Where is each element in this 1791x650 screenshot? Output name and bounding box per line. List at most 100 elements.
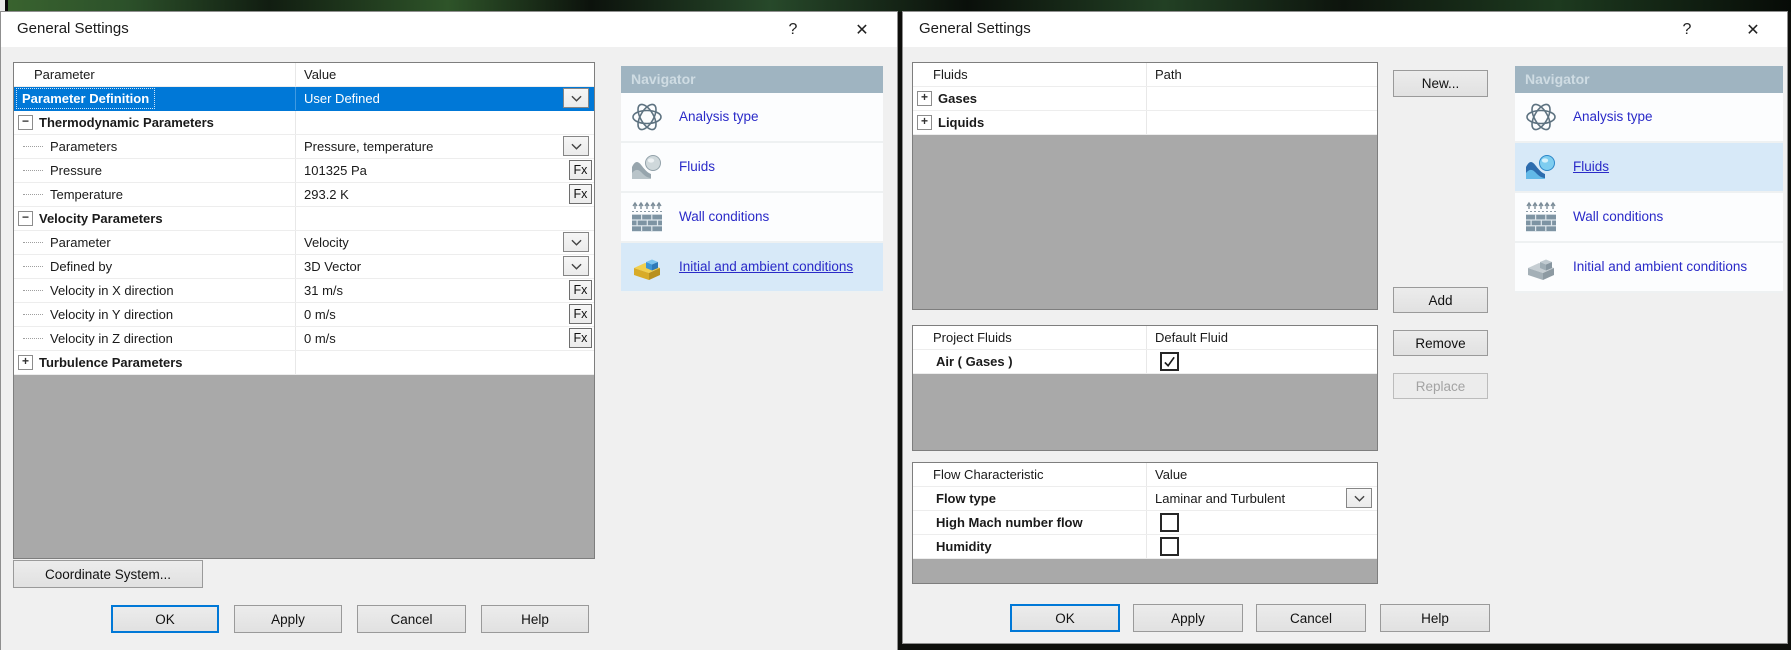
dropdown-button[interactable] [563, 136, 589, 156]
table-row-velocity-z[interactable]: Velocity in Z direction 0 m/s Fx [14, 327, 594, 351]
row-label: Parameter [50, 235, 111, 250]
navigator-item-initial-ambient-conditions[interactable]: Initial and ambient conditions [1515, 243, 1783, 293]
table-header-row: Project Fluids Default Fluid [913, 326, 1377, 350]
replace-button[interactable]: Replace [1393, 373, 1488, 399]
apply-button[interactable]: Apply [1133, 604, 1243, 632]
table-row-parameter-definition[interactable]: Parameter Definition User Defined [14, 87, 594, 111]
column-header-parameter: Parameter [14, 63, 295, 86]
table-row-flow-type[interactable]: Flow type Laminar and Turbulent [913, 487, 1377, 511]
close-icon[interactable]: ✕ [841, 12, 883, 47]
navigator-item-analysis-type[interactable]: Analysis type [1515, 93, 1783, 143]
table-row-gases[interactable]: + Gases [913, 87, 1377, 111]
navigator-item-label: Fluids [679, 158, 715, 176]
table-row-group-thermodynamic[interactable]: −Thermodynamic Parameters [14, 111, 594, 135]
initial-ambient-conditions-icon [630, 250, 664, 284]
apply-button[interactable]: Apply [234, 605, 342, 633]
navigator-item-wall-conditions[interactable]: Wall conditions [1515, 193, 1783, 243]
row-label: Parameters [50, 139, 117, 154]
tree-line [23, 194, 43, 195]
column-header-value: Value [295, 63, 594, 86]
navigator-item-fluids[interactable]: Fluids [621, 143, 883, 193]
remove-button[interactable]: Remove [1393, 330, 1488, 356]
dropdown-button[interactable] [563, 232, 589, 252]
ok-button[interactable]: OK [111, 605, 219, 633]
help-icon[interactable]: ? [772, 12, 814, 47]
wall-conditions-icon [630, 200, 664, 234]
expand-toggle-icon[interactable]: + [917, 91, 932, 106]
close-icon[interactable]: ✕ [1732, 12, 1774, 47]
flow-characteristic-table: Flow Characteristic Value Flow type Lami… [912, 462, 1378, 584]
wall-conditions-icon [1524, 200, 1558, 234]
row-value: Pressure, temperature [304, 139, 433, 154]
add-button[interactable]: Add [1393, 287, 1488, 313]
table-row-parameter[interactable]: Parameter Velocity [14, 231, 594, 255]
tree-line [23, 242, 43, 243]
navigator-header: Navigator [621, 66, 883, 93]
table-row-humidity[interactable]: Humidity [913, 535, 1377, 559]
row-label: Pressure [50, 163, 102, 178]
general-settings-dialog-right: General Settings ? ✕ Fluids Path +Gases … [903, 12, 1787, 643]
background-window-fragment [0, 0, 8, 12]
navigator-item-wall-conditions[interactable]: Wall conditions [621, 193, 883, 243]
table-row-defined-by[interactable]: Defined by 3D Vector [14, 255, 594, 279]
table-row-temperature[interactable]: Temperature 293.2 K Fx [14, 183, 594, 207]
help-button[interactable]: Help [1380, 604, 1490, 632]
row-value: Laminar and Turbulent [1155, 491, 1285, 506]
row-label: Gases [938, 91, 977, 106]
chevron-down-icon [1354, 495, 1365, 502]
coordinate-system-button[interactable]: Coordinate System... [13, 560, 203, 588]
table-header-row: Flow Characteristic Value [913, 463, 1377, 487]
fx-button[interactable]: Fx [569, 304, 592, 324]
tree-line [23, 314, 43, 315]
row-label: Parameter Definition [17, 89, 154, 108]
collapse-toggle-icon[interactable]: − [18, 211, 33, 226]
analysis-type-icon [1524, 100, 1558, 134]
table-row-velocity-x[interactable]: Velocity in X direction 31 m/s Fx [14, 279, 594, 303]
analysis-type-icon [630, 100, 664, 134]
humidity-checkbox-unchecked[interactable] [1160, 537, 1179, 556]
initial-ambient-conditions-icon [1524, 250, 1558, 284]
navigator-item-analysis-type[interactable]: Analysis type [621, 93, 883, 143]
default-fluid-checkbox-checked[interactable] [1160, 352, 1179, 371]
chevron-down-icon [571, 143, 582, 150]
cancel-button[interactable]: Cancel [357, 605, 466, 633]
table-row-parameters[interactable]: Parameters Pressure, temperature [14, 135, 594, 159]
high-mach-checkbox-unchecked[interactable] [1160, 513, 1179, 532]
expand-toggle-icon[interactable]: + [18, 355, 33, 370]
navigator-item-label: Analysis type [1573, 108, 1653, 126]
ok-button[interactable]: OK [1010, 604, 1120, 632]
table-header-row: Fluids Path [913, 63, 1377, 87]
column-header-value: Value [1146, 463, 1377, 486]
help-button[interactable]: Help [481, 605, 589, 633]
fx-button[interactable]: Fx [569, 184, 592, 204]
row-value: 293.2 K [304, 187, 349, 202]
table-row-air-gases[interactable]: Air ( Gases ) [913, 350, 1377, 374]
dropdown-button[interactable] [563, 88, 589, 108]
navigator-item-fluids[interactable]: Fluids [1515, 143, 1783, 193]
fx-button[interactable]: Fx [569, 160, 592, 180]
help-icon[interactable]: ? [1666, 12, 1708, 47]
table-row-group-velocity[interactable]: −Velocity Parameters [14, 207, 594, 231]
table-row-group-turbulence[interactable]: +Turbulence Parameters [14, 351, 594, 375]
table-row-liquids[interactable]: +Liquids [913, 111, 1377, 135]
table-row-high-mach-number-flow[interactable]: High Mach number flow [913, 511, 1377, 535]
table-row-velocity-y[interactable]: Velocity in Y direction 0 m/s Fx [14, 303, 594, 327]
table-row-pressure[interactable]: Pressure 101325 Pa Fx [14, 159, 594, 183]
collapse-toggle-icon[interactable]: − [18, 115, 33, 130]
row-label: Flow type [913, 491, 996, 506]
navigator-item-initial-ambient-conditions[interactable]: Initial and ambient conditions [621, 243, 883, 293]
tree-line [23, 170, 43, 171]
cancel-button[interactable]: Cancel [1256, 604, 1366, 632]
project-fluids-table: Project Fluids Default Fluid Air ( Gases… [912, 325, 1378, 451]
group-label: Thermodynamic Parameters [39, 115, 214, 130]
expand-toggle-icon[interactable]: + [917, 115, 932, 130]
fx-button[interactable]: Fx [569, 280, 592, 300]
navigator-item-label: Analysis type [679, 108, 759, 126]
new-button[interactable]: New... [1393, 70, 1488, 97]
dropdown-button[interactable] [563, 256, 589, 276]
dropdown-button[interactable] [1346, 488, 1372, 508]
row-value: User Defined [304, 91, 380, 106]
fx-button[interactable]: Fx [569, 328, 592, 348]
chevron-down-icon [571, 239, 582, 246]
column-header-path: Path [1146, 63, 1377, 86]
